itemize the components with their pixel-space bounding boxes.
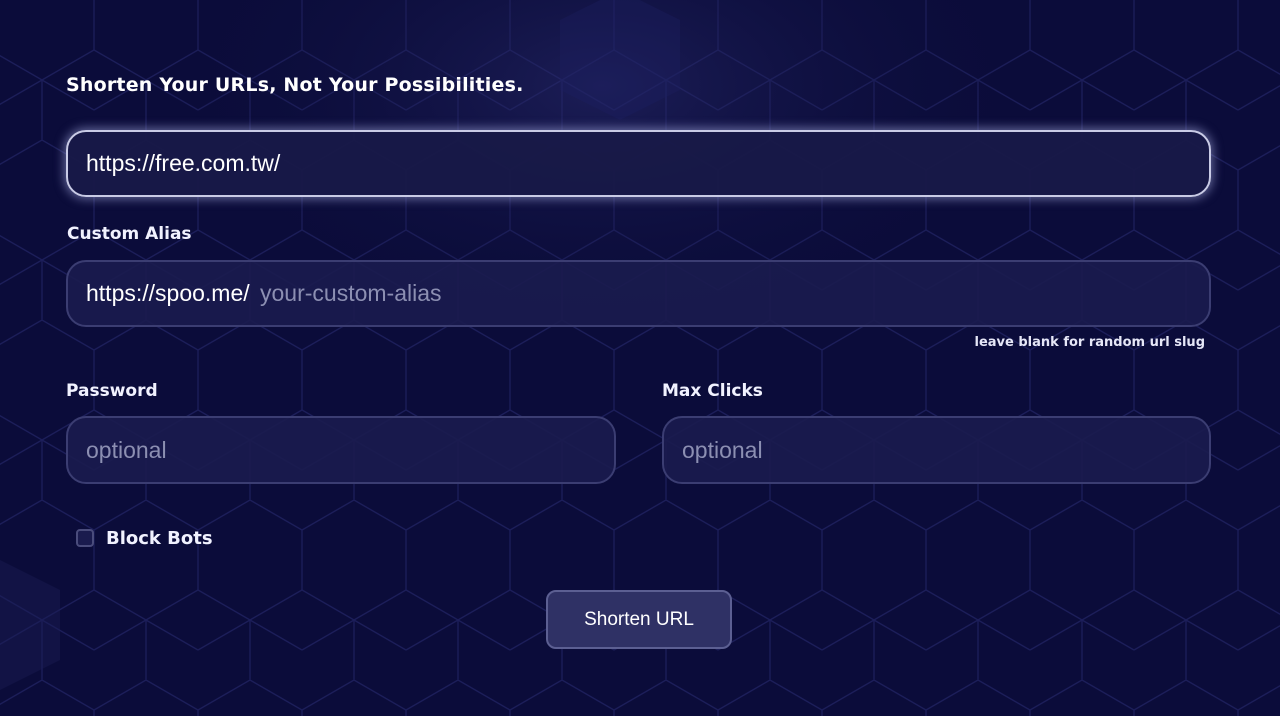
password-input[interactable] [68, 418, 614, 482]
long-url-field[interactable] [66, 130, 1211, 197]
custom-alias-label: Custom Alias [67, 224, 192, 244]
page-heading: Shorten Your URLs, Not Your Possibilitie… [66, 74, 524, 96]
alias-hint: leave blank for random url slug [974, 335, 1206, 350]
long-url-input[interactable] [68, 132, 1209, 195]
custom-alias-input[interactable] [260, 262, 1209, 325]
block-bots-checkbox[interactable] [76, 529, 94, 547]
block-bots-label: Block Bots [106, 527, 213, 549]
password-label: Password [66, 381, 158, 401]
alias-url-prefix: https://spoo.me/ [86, 280, 250, 306]
shorten-url-button[interactable]: Shorten URL [546, 590, 732, 649]
url-shortener-form: Shorten Your URLs, Not Your Possibilitie… [0, 0, 1280, 716]
max-clicks-input[interactable] [664, 418, 1209, 482]
custom-alias-field[interactable]: https://spoo.me/ [66, 260, 1211, 327]
max-clicks-label: Max Clicks [662, 381, 763, 401]
max-clicks-field[interactable] [662, 416, 1211, 484]
block-bots-option[interactable]: Block Bots [76, 526, 213, 550]
password-field[interactable] [66, 416, 616, 484]
